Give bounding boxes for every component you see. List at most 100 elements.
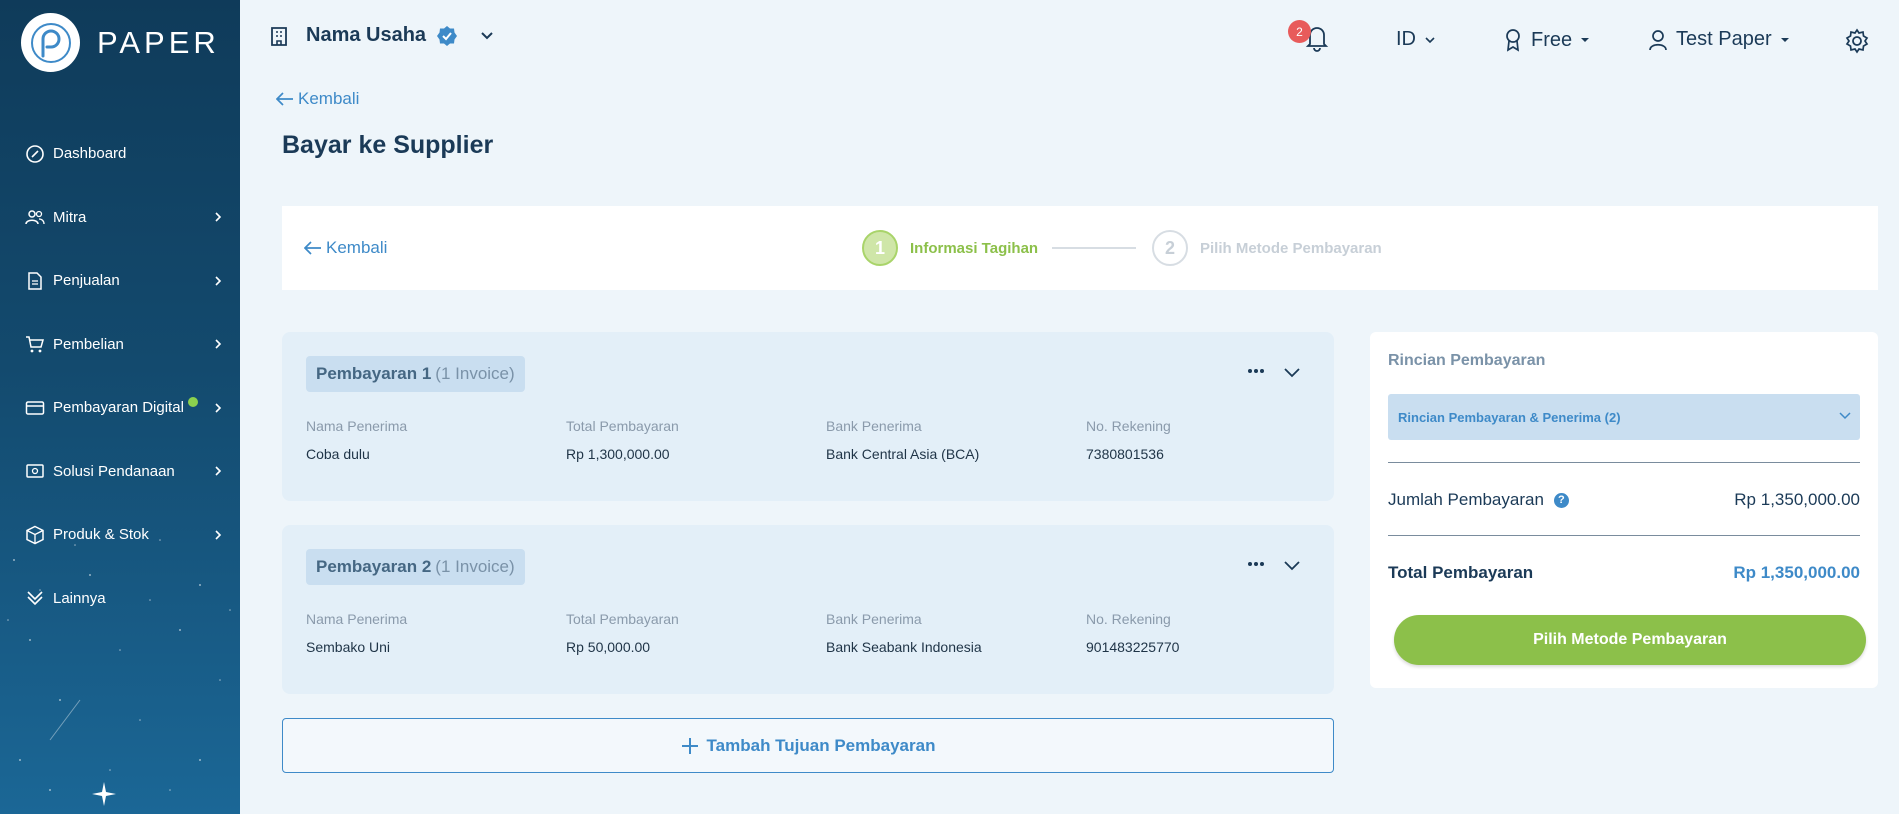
recipient-bank-field: Bank Penerima Bank Seabank Indonesia <box>826 611 982 655</box>
choose-payment-method-button[interactable]: Pilih Metode Pembayaran <box>1394 615 1866 665</box>
sidebar-item-mitra[interactable]: Mitra <box>0 186 240 250</box>
step-informasi-tagihan: 1 Informasi Tagihan <box>862 230 1038 266</box>
step-label: Informasi Tagihan <box>910 239 1039 257</box>
store-icon <box>271 26 287 46</box>
payment-card: Pembayaran 2 (1 Invoice) Nama Penerima S… <box>282 525 1334 694</box>
sidebar-item-label: Solusi Pendanaan <box>53 462 175 480</box>
document-icon <box>24 270 46 292</box>
stepper-back-link[interactable]: Kembali <box>304 238 387 258</box>
field-value: Rp 1,300,000.00 <box>566 446 670 462</box>
step-number: 2 <box>1152 230 1188 266</box>
summary-title: Rincian Pembayaran <box>1388 352 1546 369</box>
payment-title: Pembayaran 2 <box>316 557 432 576</box>
award-icon <box>1506 29 1520 52</box>
stepper-back-label: Kembali <box>326 238 388 257</box>
chevron-down-icon <box>1425 36 1435 43</box>
dashboard-icon <box>24 143 46 165</box>
back-link-label: Kembali <box>298 89 360 108</box>
total-label: Total Pembayaran <box>1388 563 1534 582</box>
step-number: 1 <box>862 230 898 266</box>
step-connector <box>1052 247 1136 249</box>
recipient-name-field: Nama Penerima Sembako Uni <box>306 611 407 655</box>
plan-label: Free <box>1531 28 1573 51</box>
sidebar-item-label: Lainnya <box>53 589 106 607</box>
payment-card: Pembayaran 1 (1 Invoice) Nama Penerima C… <box>282 332 1334 501</box>
divider <box>1388 462 1860 463</box>
dropdown-label: Rincian Pembayaran & Penerima (2) <box>1398 409 1621 425</box>
sidebar-item-penjualan[interactable]: Penjualan <box>0 249 240 313</box>
sidebar-item-pembelian[interactable]: Pembelian <box>0 313 240 377</box>
help-icon[interactable]: ? <box>1553 492 1569 508</box>
summary-recipients-dropdown[interactable]: Rincian Pembayaran & Penerima (2) <box>1388 394 1860 440</box>
sidebar-nav: Dashboard Mitra Penjualan Pembelian Pemb… <box>0 122 240 630</box>
people-icon <box>24 206 46 228</box>
field-label: Total Pembayaran <box>566 611 679 627</box>
sidebar-item-label: Mitra <box>53 208 87 226</box>
top-bar: Nama Usaha 2 ID Free Test Paper <box>240 0 1899 82</box>
chevron-right-icon <box>215 466 222 476</box>
field-value: Coba dulu <box>306 446 370 462</box>
total-payment-field: Total Pembayaran Rp 50,000.00 <box>566 611 679 655</box>
chevron-down-icon <box>1839 412 1851 420</box>
field-value: Rp 50,000.00 <box>566 639 651 655</box>
amount-value: Rp 1,350,000.00 <box>1734 490 1860 509</box>
sidebar-item-label: Penjualan <box>53 272 120 290</box>
payment-invoice-count: (1 Invoice) <box>435 364 515 383</box>
stepper-card: Kembali 1 Informasi Tagihan 2 Pilih Meto… <box>282 206 1878 290</box>
field-value: Bank Seabank Indonesia <box>826 639 982 655</box>
sidebar-item-solusi-pendanaan[interactable]: Solusi Pendanaan <box>0 440 240 504</box>
more-options-icon[interactable] <box>1247 368 1265 374</box>
amount-label: Jumlah Pembayaran <box>1388 490 1544 509</box>
business-switcher[interactable]: Nama Usaha <box>268 24 494 47</box>
field-label: Total Pembayaran <box>566 418 679 434</box>
sidebar-item-label: Pembayaran Digital <box>53 399 184 417</box>
page-title: Bayar ke Supplier <box>282 131 494 159</box>
chevron-down-icon[interactable] <box>1283 366 1301 378</box>
field-label: Nama Penerima <box>306 611 408 627</box>
sidebar-item-label: Dashboard <box>53 145 127 163</box>
add-payment-destination-button[interactable]: Tambah Tujuan Pembayaran <box>282 718 1334 773</box>
paper-logo[interactable]: PAPER <box>21 13 220 72</box>
more-icon <box>24 587 46 609</box>
gear-icon[interactable] <box>1844 28 1870 54</box>
recipient-bank-field: Bank Penerima Bank Central Asia (BCA) <box>826 418 979 462</box>
user-icon <box>1649 29 1667 50</box>
step-label: Pilih Metode Pembayaran <box>1200 239 1382 257</box>
account-number-field: No. Rekening 901483225770 <box>1086 611 1179 655</box>
field-value: Bank Central Asia (BCA) <box>826 446 980 462</box>
divider <box>1388 535 1860 536</box>
logo-mark <box>21 13 80 72</box>
chevron-right-icon <box>215 276 222 286</box>
payment-tag: Pembayaran 2 (1 Invoice) <box>306 549 525 585</box>
payment-tag: Pembayaran 1 (1 Invoice) <box>306 356 525 392</box>
verified-badge-icon <box>437 25 458 46</box>
user-menu[interactable]: Test Paper <box>1648 28 1790 51</box>
back-link[interactable]: Kembali <box>276 89 359 109</box>
field-value: Sembako Uni <box>306 639 391 655</box>
sidebar-item-dashboard[interactable]: Dashboard <box>0 122 240 186</box>
box-icon <box>24 524 46 546</box>
chevron-right-icon <box>215 339 222 349</box>
plan-selector[interactable]: Free <box>1503 28 1590 52</box>
sidebar-item-produk-stok[interactable]: Produk & Stok <box>0 503 240 567</box>
field-value: 7380801536 <box>1086 446 1164 462</box>
payment-title: Pembayaran 1 <box>316 364 432 383</box>
sidebar-item-lainnya[interactable]: Lainnya <box>0 567 240 631</box>
sidebar: PAPER Dashboard Mitra Penjualan Pembelia… <box>0 0 240 814</box>
amount-row: Jumlah Pembayaran ? Rp 1,350,000.00 <box>1388 490 1860 510</box>
arrow-left-icon <box>276 92 293 106</box>
caret-down-icon <box>1780 37 1789 42</box>
chevron-right-icon <box>215 530 222 540</box>
more-options-icon[interactable] <box>1247 561 1265 567</box>
recipient-name-field: Nama Penerima Coba dulu <box>306 418 407 462</box>
caret-down-icon <box>1581 38 1590 42</box>
sidebar-item-pembayaran-digital[interactable]: Pembayaran Digital <box>0 376 240 440</box>
sidebar-item-label: Pembelian <box>53 335 124 353</box>
card-icon <box>24 397 46 419</box>
chevron-down-icon[interactable] <box>1283 559 1301 571</box>
new-indicator-dot <box>187 396 198 407</box>
total-value: Rp 1,350,000.00 <box>1733 563 1860 582</box>
sidebar-item-label: Produk & Stok <box>53 526 149 544</box>
field-label: Bank Penerima <box>826 418 922 434</box>
language-selector[interactable]: ID <box>1396 28 1436 51</box>
